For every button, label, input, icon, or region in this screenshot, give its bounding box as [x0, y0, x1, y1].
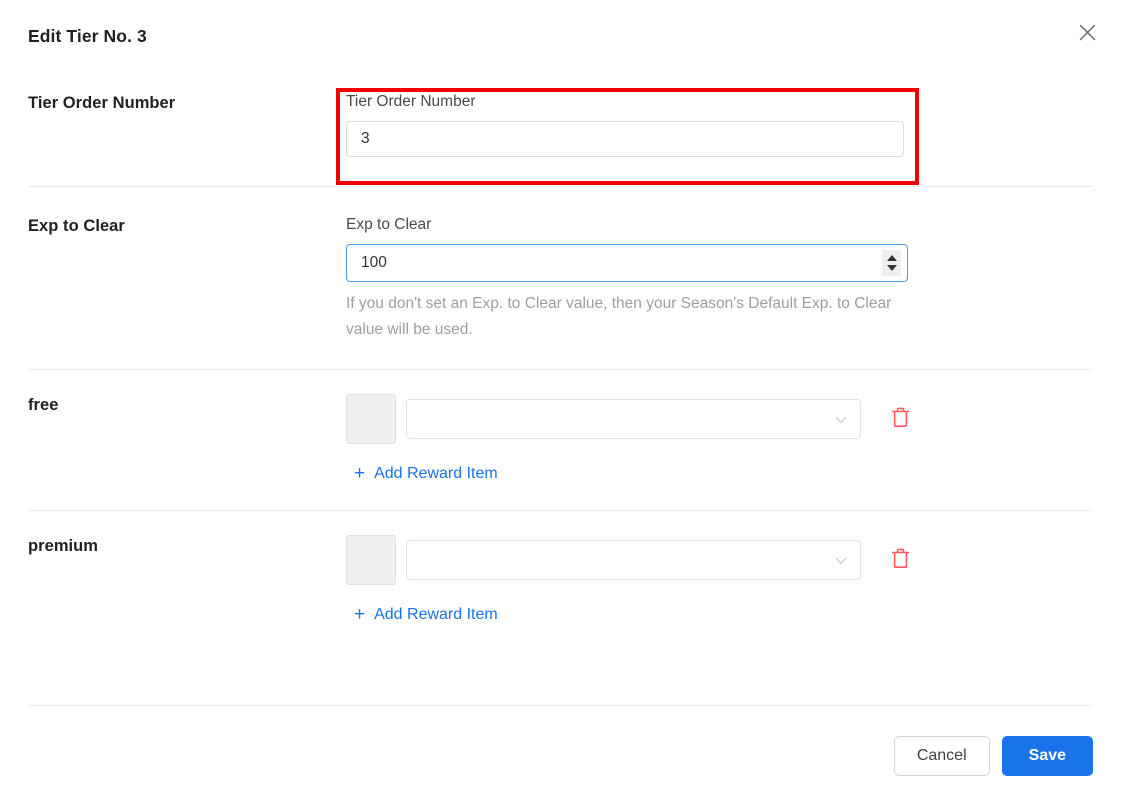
caption-tier-order-number: Tier Order Number — [346, 93, 476, 110]
reward-item-row — [346, 535, 1093, 585]
exp-to-clear-input[interactable] — [346, 244, 908, 282]
row-label-tier-order-number: Tier Order Number — [28, 94, 176, 112]
reward-select-free[interactable] — [406, 399, 861, 439]
field-premium-rewards: + Add Reward Item — [346, 535, 1093, 625]
plus-icon: + — [354, 463, 366, 484]
footer-actions: Cancel Save — [0, 706, 1121, 776]
quantity-stepper[interactable] — [882, 250, 901, 276]
field-free-rewards: + Add Reward Item — [346, 394, 1093, 484]
row-free-rewards: free + Add Reward Item — [0, 370, 1121, 510]
chevron-down-icon — [834, 554, 848, 568]
reward-select-premium[interactable] — [406, 540, 861, 580]
row-tier-order-number: Tier Order Number Tier Order Number — [0, 68, 1121, 186]
save-button[interactable]: Save — [1001, 736, 1093, 776]
trash-icon — [891, 407, 910, 431]
page-title: Edit Tier No. 3 — [28, 26, 147, 46]
chevron-down-icon — [834, 413, 848, 427]
delete-reward-button-free[interactable] — [885, 404, 915, 434]
row-label-free: free — [28, 396, 59, 414]
close-icon — [1079, 24, 1096, 41]
add-reward-item-label: Add Reward Item — [374, 605, 498, 623]
spinner-down-icon[interactable] — [886, 265, 897, 271]
plus-icon: + — [354, 604, 366, 625]
tier-order-number-input[interactable] — [346, 121, 904, 157]
caption-exp-to-clear: Exp to Clear — [346, 216, 432, 233]
add-reward-item-label: Add Reward Item — [374, 464, 498, 482]
row-premium-rewards: premium + Add Reward Item — [0, 511, 1121, 651]
add-reward-item-premium[interactable]: + Add Reward Item — [354, 605, 498, 624]
add-reward-item-free[interactable]: + Add Reward Item — [354, 464, 498, 483]
reward-thumbnail[interactable] — [346, 535, 396, 585]
exp-to-clear-wrapper — [346, 244, 908, 282]
spinner-up-icon[interactable] — [886, 255, 897, 261]
edit-tier-dialog: Edit Tier No. 3 Tier Order Number Tier O… — [0, 0, 1121, 799]
dialog-footer: Cancel Save — [0, 705, 1121, 799]
row-exp-to-clear: Exp to Clear Exp to Clear If you don't s… — [0, 187, 1121, 369]
field-tier-order-number: Tier Order Number — [346, 92, 1093, 157]
row-label-premium: premium — [28, 537, 99, 555]
dialog-header: Edit Tier No. 3 — [0, 0, 1121, 68]
reward-item-row — [346, 394, 1093, 444]
trash-icon — [891, 548, 910, 572]
row-label-exp-to-clear: Exp to Clear — [28, 217, 125, 235]
reward-thumbnail[interactable] — [346, 394, 396, 444]
exp-to-clear-help-text: If you don't set an Exp. to Clear value,… — [346, 295, 892, 338]
cancel-button[interactable]: Cancel — [893, 736, 990, 776]
close-button[interactable] — [1073, 18, 1101, 46]
delete-reward-button-premium[interactable] — [885, 545, 915, 575]
field-exp-to-clear: Exp to Clear If you don't set an Exp. to… — [346, 215, 1093, 343]
